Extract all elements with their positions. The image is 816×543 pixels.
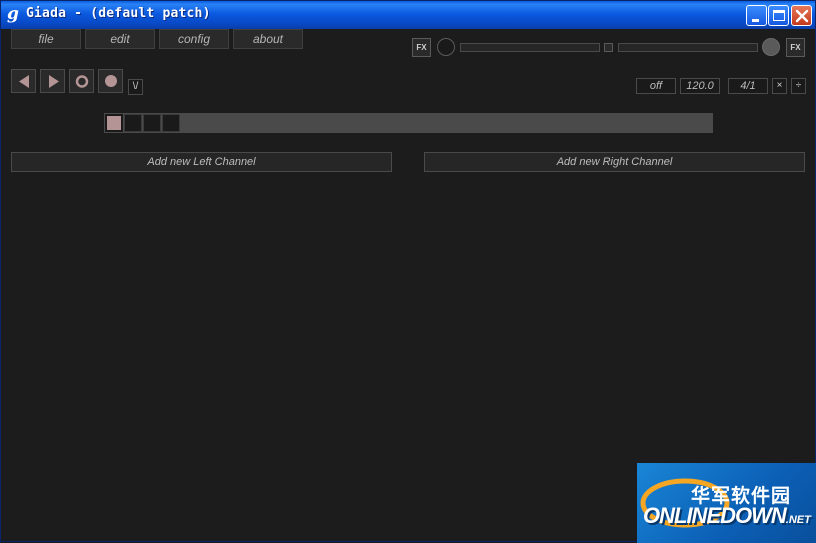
onlinedown-watermark: 华军软件园 ONLINEDOWN.NET xyxy=(637,463,816,543)
window-title: Giada - (default patch) xyxy=(26,6,211,21)
output-meter xyxy=(618,43,758,52)
record-input-icon xyxy=(105,75,117,87)
beat-meter xyxy=(104,113,713,133)
minimize-icon xyxy=(752,19,759,22)
rewind-icon xyxy=(19,75,29,88)
beat-cell xyxy=(162,114,180,132)
output-fx-button[interactable]: FX xyxy=(786,38,805,57)
metronome-button[interactable]: \/ xyxy=(128,79,143,95)
title-bar[interactable]: g Giada - (default patch) xyxy=(1,1,815,29)
beats-divide-button[interactable]: ÷ xyxy=(791,78,806,94)
close-button[interactable] xyxy=(791,5,812,26)
output-volume-knob[interactable] xyxy=(762,38,780,56)
input-volume-knob[interactable] xyxy=(437,38,455,56)
menu-file-button[interactable]: file xyxy=(11,29,81,49)
close-icon xyxy=(795,9,809,23)
watermark-en-text: ONLINEDOWN.NET xyxy=(643,503,811,528)
add-right-channel-button[interactable]: Add new Right Channel xyxy=(424,152,805,172)
beat-cell xyxy=(143,114,161,132)
record-actions-button[interactable] xyxy=(69,69,94,93)
input-fx-button[interactable]: FX xyxy=(412,38,431,57)
app-window: g Giada - (default patch) file edit conf… xyxy=(0,0,816,543)
menu-edit-button[interactable]: edit xyxy=(85,29,155,49)
quantize-selector[interactable]: off xyxy=(636,78,676,94)
beats-button[interactable]: 4/1 xyxy=(728,78,768,94)
record-actions-icon xyxy=(75,75,89,88)
minimize-button[interactable] xyxy=(746,5,767,26)
play-button[interactable] xyxy=(40,69,65,93)
add-left-channel-button[interactable]: Add new Left Channel xyxy=(11,152,392,172)
maximize-button[interactable] xyxy=(768,5,789,26)
maximize-icon xyxy=(773,10,785,21)
giada-app-icon: g xyxy=(7,4,19,24)
beat-cell xyxy=(124,114,142,132)
beat-cell xyxy=(105,114,123,132)
input-meter xyxy=(460,43,600,52)
record-input-button[interactable] xyxy=(98,69,123,93)
bpm-button[interactable]: 120.0 xyxy=(680,78,720,94)
rewind-button[interactable] xyxy=(11,69,36,93)
beats-multiply-button[interactable]: × xyxy=(772,78,787,94)
menu-about-button[interactable]: about xyxy=(233,29,303,49)
play-icon xyxy=(49,75,59,88)
menu-config-button[interactable]: config xyxy=(159,29,229,49)
input-monitor-toggle[interactable] xyxy=(604,43,613,52)
